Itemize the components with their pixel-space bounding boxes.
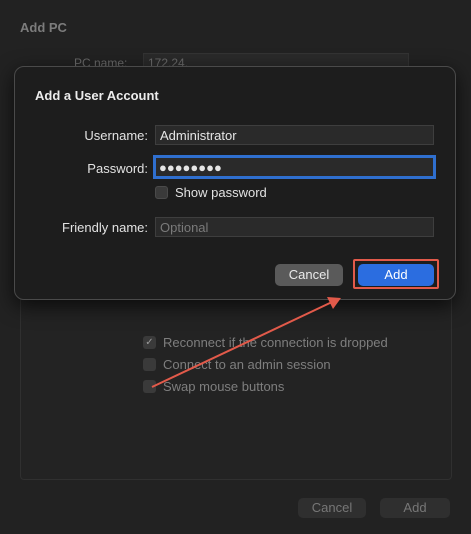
- checkbox-icon: [143, 379, 156, 393]
- password-input[interactable]: [153, 155, 436, 179]
- add-button[interactable]: Add: [358, 264, 434, 286]
- checkbox-icon: [143, 357, 156, 371]
- swap-mouse-option: Swap mouse buttons: [143, 377, 284, 395]
- admin-session-label: Connect to an admin session: [163, 356, 331, 372]
- username-input[interactable]: [155, 125, 434, 145]
- admin-session-option: Connect to an admin session: [143, 355, 331, 373]
- show-password-label: Show password: [175, 185, 267, 200]
- password-label: Password:: [87, 161, 148, 176]
- add-pc-title: Add PC: [20, 20, 67, 35]
- cancel-button[interactable]: Cancel: [275, 264, 343, 286]
- screen: Add PC PC name: 172.24. ✓ Reconnect if t…: [0, 0, 471, 534]
- bg-cancel-button: Cancel: [298, 498, 366, 518]
- add-user-account-dialog: Add a User Account Username: Password: S…: [14, 66, 456, 300]
- reconnect-label: Reconnect if the connection is dropped: [163, 334, 388, 350]
- checkmark-icon: ✓: [143, 335, 156, 349]
- reconnect-option: ✓ Reconnect if the connection is dropped: [143, 333, 388, 351]
- show-password-checkbox[interactable]: Show password: [155, 185, 267, 200]
- swap-mouse-label: Swap mouse buttons: [163, 378, 285, 394]
- dialog-title: Add a User Account: [35, 88, 159, 103]
- checkbox-icon[interactable]: [155, 186, 168, 199]
- friendly-name-label: Friendly name:: [62, 220, 148, 235]
- friendly-name-input[interactable]: [155, 217, 434, 237]
- username-label: Username:: [84, 128, 148, 143]
- bg-add-button: Add: [380, 498, 450, 518]
